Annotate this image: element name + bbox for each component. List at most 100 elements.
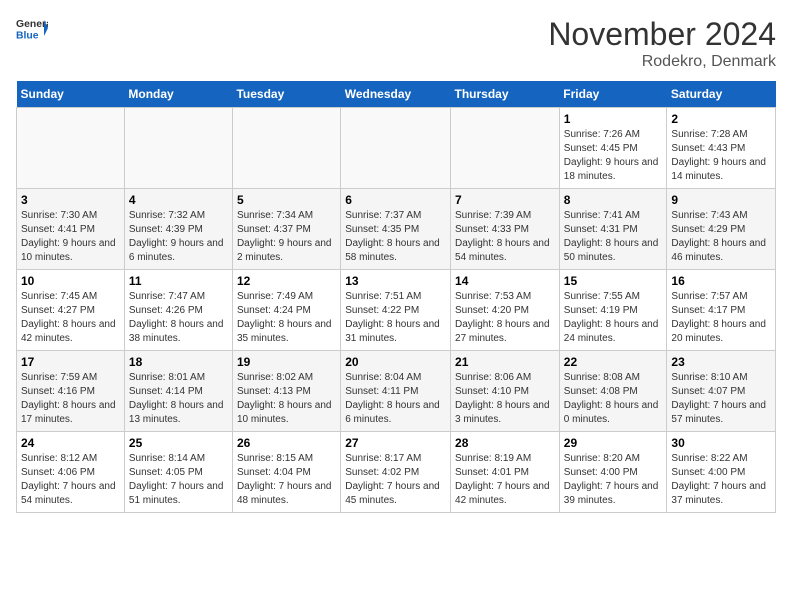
calendar-cell: 14 Sunrise: 7:53 AM Sunset: 4:20 PM Dayli… <box>451 270 560 351</box>
calendar-cell: 9 Sunrise: 7:43 AM Sunset: 4:29 PM Daylig… <box>667 189 776 270</box>
day-info: Sunrise: 8:22 AM Sunset: 4:00 PM Dayligh… <box>671 452 771 508</box>
calendar-cell: 29Sunrise: 8:20 AM Sunset: 4:00 PM Dayli… <box>559 432 667 513</box>
calendar-cell: 30Sunrise: 8:22 AM Sunset: 4:00 PM Dayli… <box>667 432 776 513</box>
day-number: 2 <box>671 112 771 126</box>
calendar-cell: 1 Sunrise: 7:26 AM Sunset: 4:45 PM Daylig… <box>559 108 667 189</box>
day-info: Sunrise: 8:17 AM Sunset: 4:02 PM Dayligh… <box>345 452 446 508</box>
day-number: 24 <box>21 436 120 450</box>
logo: General Blue <box>16 16 48 44</box>
calendar-cell <box>124 108 232 189</box>
calendar-cell: 25 Sunrise: 8:14 AM Sunset: 4:05 PM Dayli… <box>124 432 232 513</box>
calendar-cell: 23 Sunrise: 8:10 AM Sunset: 4:07 PM Dayli… <box>667 351 776 432</box>
calendar-cell: 19 Sunrise: 8:02 AM Sunset: 4:13 PM Dayli… <box>232 351 340 432</box>
day-info: Sunrise: 7:51 AM Sunset: 4:22 PM Dayligh… <box>345 290 446 346</box>
day-info: Sunrise: 8:01 AM Sunset: 4:14 PM Dayligh… <box>129 371 228 427</box>
day-info: Sunrise: 7:59 AM Sunset: 4:16 PM Dayligh… <box>21 371 120 427</box>
day-info: Sunrise: 8:15 AM Sunset: 4:04 PM Dayligh… <box>237 452 336 508</box>
logo-icon: General Blue <box>16 16 48 44</box>
day-number: 25 <box>129 436 228 450</box>
day-number: 14 <box>455 274 555 288</box>
calendar-cell: 18 Sunrise: 8:01 AM Sunset: 4:14 PM Dayli… <box>124 351 232 432</box>
week-row-1: 1 Sunrise: 7:26 AM Sunset: 4:45 PM Daylig… <box>17 108 776 189</box>
calendar-cell: 15 Sunrise: 7:55 AM Sunset: 4:19 PM Dayli… <box>559 270 667 351</box>
location: Rodekro, Denmark <box>548 53 776 71</box>
day-info: Sunrise: 8:02 AM Sunset: 4:13 PM Dayligh… <box>237 371 336 427</box>
calendar-cell: 2 Sunrise: 7:28 AM Sunset: 4:43 PM Daylig… <box>667 108 776 189</box>
day-info: Sunrise: 8:04 AM Sunset: 4:11 PM Dayligh… <box>345 371 446 427</box>
weekday-header-sunday: Sunday <box>17 81 125 108</box>
day-number: 23 <box>671 355 771 369</box>
day-info: Sunrise: 7:26 AM Sunset: 4:45 PM Dayligh… <box>564 128 663 184</box>
day-number: 10 <box>21 274 120 288</box>
day-number: 9 <box>671 193 771 207</box>
day-info: Sunrise: 7:45 AM Sunset: 4:27 PM Dayligh… <box>21 290 120 346</box>
day-info: Sunrise: 7:41 AM Sunset: 4:31 PM Dayligh… <box>564 209 663 265</box>
calendar-cell: 13 Sunrise: 7:51 AM Sunset: 4:22 PM Dayli… <box>341 270 451 351</box>
calendar-cell: 7Sunrise: 7:39 AM Sunset: 4:33 PM Daylig… <box>451 189 560 270</box>
day-info: Sunrise: 7:37 AM Sunset: 4:35 PM Dayligh… <box>345 209 446 265</box>
week-row-5: 24 Sunrise: 8:12 AM Sunset: 4:06 PM Dayli… <box>17 432 776 513</box>
weekday-header-friday: Friday <box>559 81 667 108</box>
calendar-table: SundayMondayTuesdayWednesdayThursdayFrid… <box>16 81 776 513</box>
day-number: 21 <box>455 355 555 369</box>
calendar-cell: 10 Sunrise: 7:45 AM Sunset: 4:27 PM Dayli… <box>17 270 125 351</box>
calendar-cell: 22 Sunrise: 8:08 AM Sunset: 4:08 PM Dayli… <box>559 351 667 432</box>
calendar-cell: 21 Sunrise: 8:06 AM Sunset: 4:10 PM Dayli… <box>451 351 560 432</box>
day-number: 8 <box>564 193 663 207</box>
month-title: November 2024 <box>548 16 776 53</box>
day-number: 11 <box>129 274 228 288</box>
day-info: Sunrise: 7:34 AM Sunset: 4:37 PM Dayligh… <box>237 209 336 265</box>
calendar-cell: 11 Sunrise: 7:47 AM Sunset: 4:26 PM Dayli… <box>124 270 232 351</box>
day-info: Sunrise: 7:53 AM Sunset: 4:20 PM Dayligh… <box>455 290 555 346</box>
weekday-header-saturday: Saturday <box>667 81 776 108</box>
day-info: Sunrise: 8:10 AM Sunset: 4:07 PM Dayligh… <box>671 371 771 427</box>
day-number: 18 <box>129 355 228 369</box>
day-info: Sunrise: 7:28 AM Sunset: 4:43 PM Dayligh… <box>671 128 771 184</box>
day-info: Sunrise: 8:20 AM Sunset: 4:00 PM Dayligh… <box>564 452 663 508</box>
weekday-header-row: SundayMondayTuesdayWednesdayThursdayFrid… <box>17 81 776 108</box>
calendar-cell: 3 Sunrise: 7:30 AM Sunset: 4:41 PM Daylig… <box>17 189 125 270</box>
calendar-cell: 24 Sunrise: 8:12 AM Sunset: 4:06 PM Dayli… <box>17 432 125 513</box>
day-info: Sunrise: 8:14 AM Sunset: 4:05 PM Dayligh… <box>129 452 228 508</box>
day-number: 5 <box>237 193 336 207</box>
weekday-header-monday: Monday <box>124 81 232 108</box>
day-number: 1 <box>564 112 663 126</box>
day-info: Sunrise: 7:30 AM Sunset: 4:41 PM Dayligh… <box>21 209 120 265</box>
calendar-cell <box>341 108 451 189</box>
day-number: 22 <box>564 355 663 369</box>
calendar-cell: 20 Sunrise: 8:04 AM Sunset: 4:11 PM Dayli… <box>341 351 451 432</box>
calendar-cell: 27 Sunrise: 8:17 AM Sunset: 4:02 PM Dayli… <box>341 432 451 513</box>
day-info: Sunrise: 8:08 AM Sunset: 4:08 PM Dayligh… <box>564 371 663 427</box>
day-info: Sunrise: 8:06 AM Sunset: 4:10 PM Dayligh… <box>455 371 555 427</box>
day-info: Sunrise: 8:19 AM Sunset: 4:01 PM Dayligh… <box>455 452 555 508</box>
day-info: Sunrise: 8:12 AM Sunset: 4:06 PM Dayligh… <box>21 452 120 508</box>
calendar-cell <box>17 108 125 189</box>
day-info: Sunrise: 7:43 AM Sunset: 4:29 PM Dayligh… <box>671 209 771 265</box>
day-number: 27 <box>345 436 446 450</box>
weekday-header-wednesday: Wednesday <box>341 81 451 108</box>
calendar-cell: 16Sunrise: 7:57 AM Sunset: 4:17 PM Dayli… <box>667 270 776 351</box>
calendar-cell: 5 Sunrise: 7:34 AM Sunset: 4:37 PM Daylig… <box>232 189 340 270</box>
calendar-cell <box>232 108 340 189</box>
day-number: 4 <box>129 193 228 207</box>
day-number: 20 <box>345 355 446 369</box>
day-info: Sunrise: 7:47 AM Sunset: 4:26 PM Dayligh… <box>129 290 228 346</box>
day-number: 6 <box>345 193 446 207</box>
week-row-2: 3 Sunrise: 7:30 AM Sunset: 4:41 PM Daylig… <box>17 189 776 270</box>
calendar-cell: 28Sunrise: 8:19 AM Sunset: 4:01 PM Dayli… <box>451 432 560 513</box>
calendar-cell: 8 Sunrise: 7:41 AM Sunset: 4:31 PM Daylig… <box>559 189 667 270</box>
week-row-4: 17 Sunrise: 7:59 AM Sunset: 4:16 PM Dayli… <box>17 351 776 432</box>
day-number: 19 <box>237 355 336 369</box>
day-info: Sunrise: 7:55 AM Sunset: 4:19 PM Dayligh… <box>564 290 663 346</box>
header: General Blue November 2024 Rodekro, Denm… <box>16 16 776 71</box>
week-row-3: 10 Sunrise: 7:45 AM Sunset: 4:27 PM Dayli… <box>17 270 776 351</box>
day-number: 15 <box>564 274 663 288</box>
day-number: 26 <box>237 436 336 450</box>
day-number: 3 <box>21 193 120 207</box>
svg-text:General: General <box>16 19 48 30</box>
day-number: 17 <box>21 355 120 369</box>
day-info: Sunrise: 7:49 AM Sunset: 4:24 PM Dayligh… <box>237 290 336 346</box>
day-number: 12 <box>237 274 336 288</box>
day-number: 13 <box>345 274 446 288</box>
calendar-cell: 26 Sunrise: 8:15 AM Sunset: 4:04 PM Dayli… <box>232 432 340 513</box>
